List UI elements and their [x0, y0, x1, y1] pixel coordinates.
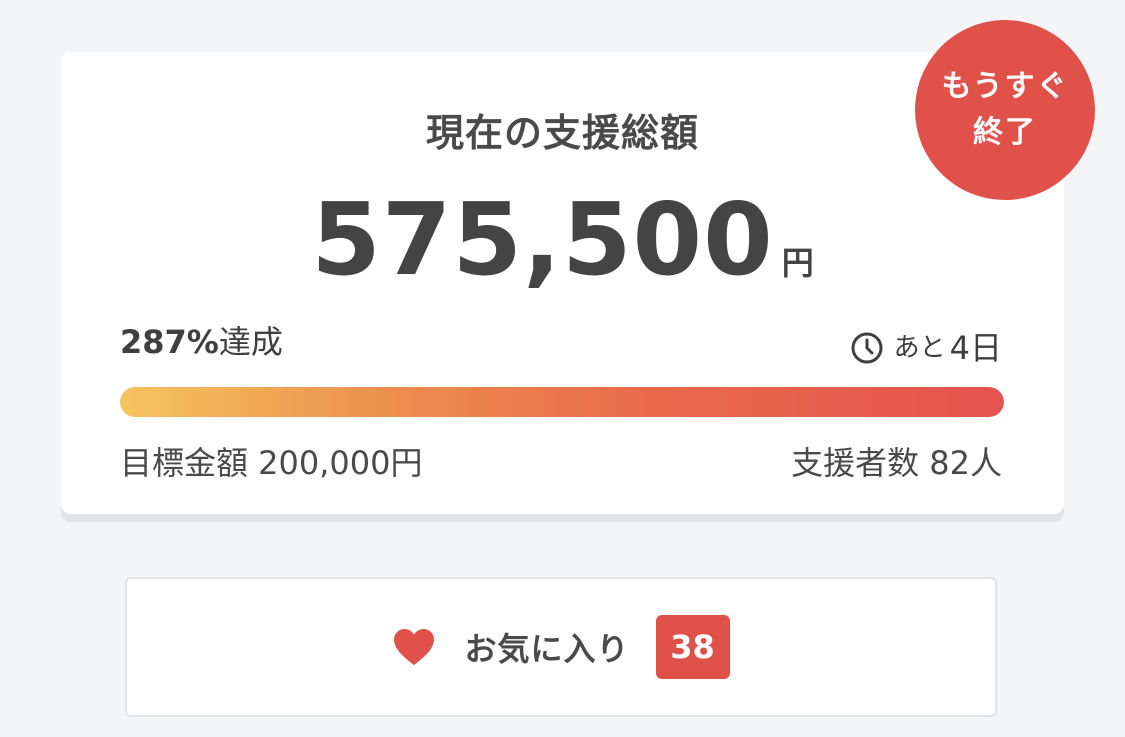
achievement-suffix: 達成 — [218, 323, 283, 361]
badge-line-2: 終了 — [973, 115, 1037, 150]
favorite-button[interactable]: お気に入り 38 — [125, 577, 997, 717]
total-amount-unit: 円 — [781, 244, 814, 282]
progress-bar — [120, 387, 1004, 417]
total-amount-value: 575,500 — [311, 181, 774, 298]
progress-bar-fill — [120, 387, 1004, 417]
achievement-rate: 287%達成 — [120, 322, 283, 362]
favorite-label: お気に入り — [464, 630, 630, 668]
remaining-time: あと 4日 — [850, 328, 1002, 368]
favorite-count-badge: 38 — [655, 615, 730, 679]
remaining-prefix: あと — [893, 333, 946, 363]
ending-soon-badge: もうすぐ 終了 — [915, 20, 1095, 200]
goal-amount: 目標金額 200,000円 — [120, 444, 423, 482]
badge-line-1: もうすぐ — [941, 69, 1069, 104]
heart-icon — [392, 627, 436, 667]
achievement-percent: 287% — [120, 323, 219, 361]
total-amount-title: 現在の支援総額 — [425, 111, 699, 155]
funding-summary-card: 現在の支援総額 575,500 円 287%達成 あと 4日 目標金額 200,0… — [61, 52, 1064, 514]
clock-icon — [850, 331, 884, 365]
total-amount: 575,500 円 — [61, 180, 1064, 300]
backer-count: 支援者数 82人 — [791, 444, 1002, 482]
remaining-value: 4日 — [949, 329, 1002, 367]
